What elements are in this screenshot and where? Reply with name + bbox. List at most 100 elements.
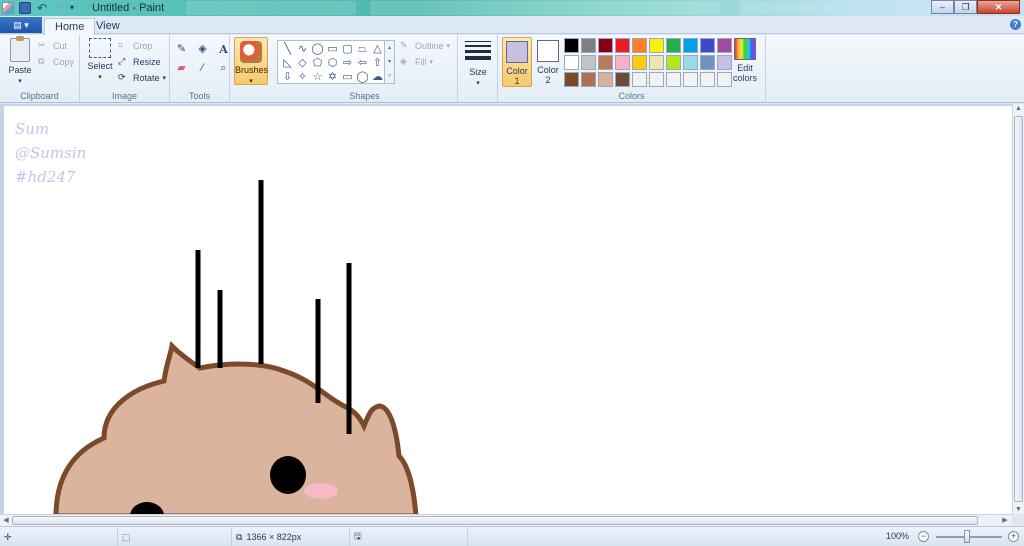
horizontal-scroll-thumb[interactable] <box>12 516 978 525</box>
quick-access-toolbar: ↶ ↷ ▾ <box>2 1 78 15</box>
palette-color-swatch[interactable] <box>700 55 715 70</box>
zoom-out-icon[interactable]: − <box>918 531 929 542</box>
minimize-button[interactable]: – <box>931 0 954 14</box>
palette-color-swatch[interactable] <box>581 72 596 87</box>
palette-color-swatch[interactable] <box>666 38 681 53</box>
color2-button[interactable]: Color 2 <box>533 37 563 87</box>
pencil-icon[interactable]: ✎ <box>174 42 189 57</box>
palette-color-swatch[interactable] <box>598 38 613 53</box>
crop-button[interactable]: ⌗ Crop <box>118 39 153 53</box>
fill-button[interactable]: ◈ Fill ▾ <box>400 55 433 69</box>
rounded-rectangle-shape-icon[interactable]: ▢ <box>340 42 355 56</box>
workspace: Sum @Sumsin #hd247 <box>0 104 1024 514</box>
palette-color-swatch[interactable] <box>717 38 732 53</box>
four-point-star-shape-icon[interactable]: ✧ <box>295 70 310 84</box>
cut-button[interactable]: ✂ Cut <box>38 39 67 53</box>
right-arrow-shape-icon[interactable]: ⇨ <box>340 56 355 70</box>
palette-color-swatch[interactable] <box>598 55 613 70</box>
polygon-shape-icon[interactable]: ⏢ <box>355 42 370 56</box>
help-icon[interactable]: ? <box>1010 19 1021 30</box>
scroll-left-arrow-icon[interactable]: ◀ <box>1 515 11 526</box>
palette-color-swatch[interactable] <box>564 72 579 87</box>
rectangle-shape-icon[interactable]: ▭ <box>325 42 340 56</box>
palette-color-swatch[interactable] <box>683 38 698 53</box>
paste-button[interactable]: Paste ▾ <box>6 36 34 85</box>
oval-shape-icon[interactable]: ◯ <box>310 42 325 56</box>
fill-label: Fill <box>415 57 427 67</box>
diamond-shape-icon[interactable]: ◇ <box>295 56 310 70</box>
vertical-scroll-thumb[interactable] <box>1014 116 1023 502</box>
text-icon[interactable]: A <box>216 42 231 57</box>
palette-color-swatch[interactable] <box>632 38 647 53</box>
eraser-icon[interactable]: ▰ <box>174 61 189 76</box>
palette-color-swatch[interactable] <box>581 55 596 70</box>
window-title: Untitled - Paint <box>92 2 165 14</box>
tab-view[interactable]: View <box>86 18 130 35</box>
pentagon-shape-icon[interactable]: ⬠ <box>310 56 325 70</box>
restore-button[interactable]: ❐ <box>954 0 977 14</box>
close-button[interactable]: ✕ <box>977 0 1020 14</box>
vertical-scrollbar[interactable]: ▲ ▼ <box>1012 104 1024 514</box>
down-arrow-shape-icon[interactable]: ⇩ <box>280 70 295 84</box>
hexagon-shape-icon[interactable]: ⬡ <box>325 56 340 70</box>
palette-color-swatch[interactable] <box>632 55 647 70</box>
palette-color-swatch[interactable] <box>632 72 647 87</box>
undo-icon[interactable]: ↶ <box>36 2 48 14</box>
palette-color-swatch[interactable] <box>615 72 630 87</box>
edit-colors-button[interactable]: Edit colors <box>732 38 758 83</box>
palette-color-swatch[interactable] <box>683 72 698 87</box>
palette-color-swatch[interactable] <box>649 55 664 70</box>
five-point-star-shape-icon[interactable]: ☆ <box>310 70 325 84</box>
rotate-button[interactable]: ⟳ Rotate ▾ <box>118 71 166 85</box>
status-bar: ✛ ⬚ ⧉ 1366 × 822px 🖫 100% − + <box>0 526 1024 546</box>
palette-color-swatch[interactable] <box>683 55 698 70</box>
drawing-canvas[interactable]: Sum @Sumsin #hd247 <box>4 106 1012 514</box>
color1-button[interactable]: Color 1 <box>502 37 532 87</box>
customize-quick-access-icon[interactable]: ▾ <box>70 2 78 14</box>
palette-color-swatch[interactable] <box>564 38 579 53</box>
scroll-right-arrow-icon[interactable]: ▶ <box>1000 515 1010 526</box>
save-icon[interactable] <box>19 2 31 14</box>
palette-color-swatch[interactable] <box>649 72 664 87</box>
paint-menu-button[interactable]: ▤ ▾ <box>0 17 42 33</box>
palette-color-swatch[interactable] <box>581 38 596 53</box>
palette-color-swatch[interactable] <box>700 38 715 53</box>
palette-color-swatch[interactable] <box>666 55 681 70</box>
brushes-button[interactable]: Brushes ▾ <box>234 37 268 85</box>
palette-color-swatch[interactable] <box>717 72 732 87</box>
palette-color-swatch[interactable] <box>700 72 715 87</box>
palette-color-swatch[interactable] <box>615 55 630 70</box>
scroll-down-arrow-icon[interactable]: ▼ <box>1013 506 1024 513</box>
size-button[interactable]: Size ▾ <box>463 38 493 87</box>
palette-color-swatch[interactable] <box>717 55 732 70</box>
horizontal-scrollbar[interactable]: ◀ ▶ <box>0 514 1012 526</box>
line-shape-icon[interactable]: ╲ <box>280 42 295 56</box>
oval-callout-shape-icon[interactable]: ◯ <box>355 70 370 84</box>
copy-button[interactable]: ⧉ Copy <box>38 55 74 69</box>
left-arrow-shape-icon[interactable]: ⇦ <box>355 56 370 70</box>
zoom-slider-thumb[interactable] <box>964 530 970 543</box>
resize-button[interactable]: ⤢ Resize <box>118 55 161 69</box>
magnifier-icon[interactable]: ⌕ <box>216 61 231 76</box>
rect-callout-shape-icon[interactable]: ▭ <box>340 70 355 84</box>
six-point-star-shape-icon[interactable]: ✡ <box>325 70 340 84</box>
redo-icon[interactable]: ↷ <box>53 2 65 14</box>
palette-color-swatch[interactable] <box>666 72 681 87</box>
palette-color-swatch[interactable] <box>564 55 579 70</box>
right-triangle-shape-icon[interactable]: ◺ <box>280 56 295 70</box>
paint-app-icon[interactable] <box>2 2 14 14</box>
up-arrow-shape-icon[interactable]: ⇧ <box>370 56 385 70</box>
shapes-scroll[interactable]: ▴ ▾ ▿ <box>385 40 395 84</box>
palette-color-swatch[interactable] <box>615 38 630 53</box>
palette-color-swatch[interactable] <box>598 72 613 87</box>
zoom-in-icon[interactable]: + <box>1008 531 1019 542</box>
select-button[interactable]: Select ▾ <box>85 38 115 81</box>
palette-color-swatch[interactable] <box>649 38 664 53</box>
triangle-shape-icon[interactable]: △ <box>370 42 385 56</box>
cloud-callout-shape-icon[interactable]: ☁ <box>370 70 385 84</box>
fill-bucket-icon[interactable]: ◈ <box>195 42 210 57</box>
color-picker-icon[interactable]: ⁄ <box>195 61 210 76</box>
outline-button[interactable]: ✎ Outline ▾ <box>400 39 450 53</box>
curve-shape-icon[interactable]: ∿ <box>295 42 310 56</box>
scroll-up-arrow-icon[interactable]: ▲ <box>1013 105 1024 112</box>
